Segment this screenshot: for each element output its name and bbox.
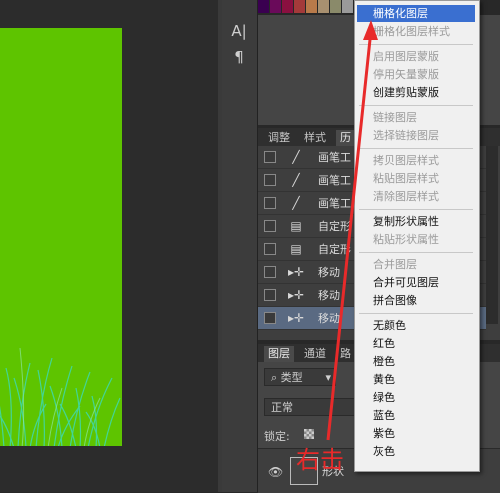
menu-separator [359,209,473,210]
color-swatch[interactable] [318,0,329,13]
history-snapshot-checkbox[interactable] [264,197,276,209]
text-icon[interactable]: A| [228,20,250,42]
history-row-label: 移动 [318,312,340,325]
menu-item[interactable]: 黄色 [357,371,475,388]
paragraph-icon[interactable]: ¶ [228,46,250,68]
menu-item[interactable]: 橙色 [357,353,475,370]
layer-filter-dropdown[interactable]: ⌕ 类型 ▾ [264,368,336,386]
menu-item: 粘贴形状属性 [373,233,439,246]
canvas-area[interactable] [0,0,218,492]
document-canvas[interactable] [0,28,122,446]
panel-tool-strip: A| ¶ [222,0,258,492]
context-menu: 栅格化图层栅格化图层样式 启用图层蒙版 停用矢量蒙版创建剪贴蒙版链接图层选择链接图层… [354,0,480,472]
history-row-label: 移动 [318,266,340,279]
menu-item[interactable]: 红色 [357,335,475,352]
menu-separator [359,252,473,253]
history-scrollbar[interactable] [486,146,498,324]
tab-channels[interactable]: 通道 [300,346,330,362]
history-row-label: 画笔工 [318,151,351,164]
tab-paths[interactable]: 路 [336,346,355,362]
menu-item: 粘贴图层样式 [373,172,439,185]
menu-item[interactable]: 紫色 [357,425,475,442]
history-row-label: 画笔工 [318,197,351,210]
menu-item: 选择链接图层 [373,129,439,142]
brush-icon: ╱ [292,173,300,187]
annotation-label: 右击 [296,446,344,474]
move-icon: ▸✛ [288,311,305,325]
history-row-label: 自定形 [318,220,351,233]
history-snapshot-checkbox[interactable] [264,174,276,186]
history-snapshot-checkbox[interactable] [264,243,276,255]
brush-icon: ╱ [292,196,300,210]
menu-item[interactable]: 无颜色 [357,317,475,334]
color-swatch[interactable] [282,0,293,13]
layer-filter-value: 类型 [280,371,303,384]
document-icon: ▤ [290,219,302,233]
color-swatch[interactable] [342,0,353,13]
color-swatch[interactable] [270,0,281,13]
eye-icon[interactable]: 👁 [268,465,283,479]
blend-mode-dropdown[interactable]: 正常 [264,398,364,416]
menu-item: 合并图层 [373,258,417,271]
history-row-label: 移动 [318,289,340,302]
menu-separator [359,148,473,149]
color-swatch[interactable] [330,0,341,13]
move-icon: ▸✛ [288,288,305,302]
lock-label: 锁定: [264,430,290,443]
history-snapshot-checkbox[interactable] [264,266,276,278]
menu-separator [359,313,473,314]
history-row-label: 自定形 [318,243,351,256]
color-swatch[interactable] [306,0,317,13]
search-icon: ⌕ [271,371,281,384]
menu-item[interactable]: 蓝色 [357,407,475,424]
menu-item[interactable]: 复制形状属性 [357,213,475,230]
brush-icon: ╱ [292,150,300,164]
tab-layers[interactable]: 图层 [264,346,294,362]
history-row-label: 画笔工 [318,174,351,187]
color-swatches [258,0,354,14]
history-snapshot-checkbox[interactable] [264,312,276,324]
menu-item: 栅格化图层样式 [373,25,450,38]
color-swatch[interactable] [294,0,305,13]
document-icon: ▤ [290,242,302,256]
grass-brush-strokes [0,347,121,446]
menu-item[interactable]: 栅格化图层 [357,5,475,22]
menu-item: 启用图层蒙版 [373,50,439,63]
menu-item: 停用矢量蒙版 [373,68,439,81]
tab-adjustments[interactable]: 调整 [264,130,294,146]
move-icon: ▸✛ [288,265,305,279]
menu-item[interactable]: 灰色 [357,443,475,460]
menu-item: 清除图层样式 [373,190,439,203]
lock-transparency-icon[interactable] [304,429,314,439]
menu-item: 拷贝图层样式 [373,154,439,167]
menu-separator [359,44,473,45]
menu-item: 链接图层 [373,111,417,124]
tab-styles[interactable]: 样式 [300,130,330,146]
menu-item[interactable]: 合并可见图层 [357,274,475,291]
color-swatch[interactable] [258,0,269,13]
history-snapshot-checkbox[interactable] [264,220,276,232]
menu-item[interactable]: 创建剪贴蒙版 [357,84,475,101]
chevron-down-icon: ▾ [325,371,331,384]
menu-item[interactable]: 绿色 [357,389,475,406]
history-snapshot-checkbox[interactable] [264,151,276,163]
menu-separator [359,105,473,106]
menu-item[interactable]: 拼合图像 [357,292,475,309]
blend-mode-value: 正常 [271,401,293,414]
tab-history[interactable]: 历 [336,130,355,146]
history-snapshot-checkbox[interactable] [264,289,276,301]
